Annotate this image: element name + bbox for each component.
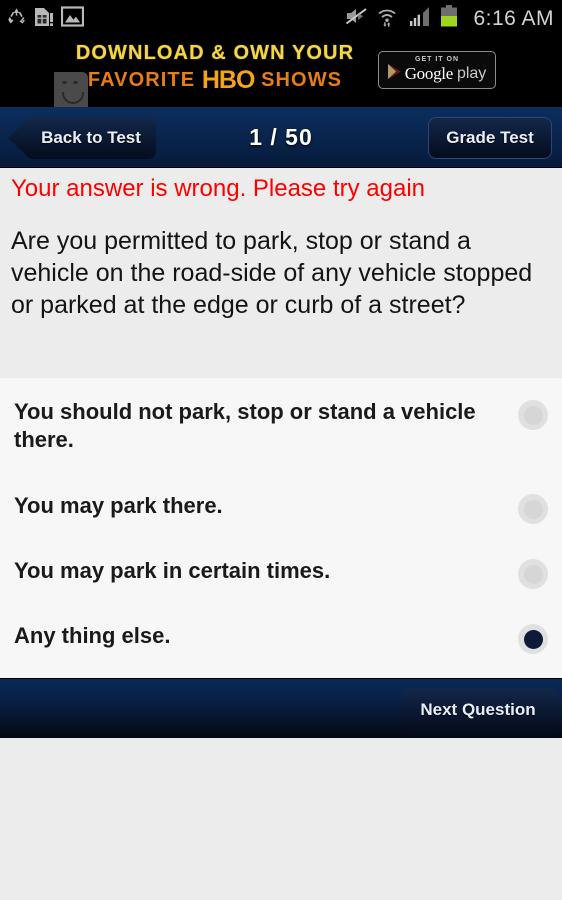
google-play-triangle-icon [387, 64, 401, 84]
answer-options-list: You should not park, stop or stand a veh… [0, 378, 562, 678]
answer-option-2[interactable]: You may park there. [0, 490, 562, 524]
ad-line2-pre: FAVORITE [87, 69, 202, 92]
status-bar: 6:16 AM [0, 0, 562, 37]
google-play-word-google: Google [404, 64, 454, 83]
wifi-data-icon [377, 6, 398, 32]
error-message: Your answer is wrong. Please try again [11, 175, 425, 202]
answer-option-1[interactable]: You should not park, stop or stand a veh… [0, 396, 562, 454]
answer-option-radio[interactable] [518, 559, 548, 589]
next-question-button[interactable]: Next Question [402, 688, 562, 732]
ad-headline-line1: DOWNLOAD & OWN YOUR [75, 42, 355, 64]
gallery-image-icon [60, 5, 85, 32]
broken-image-sad-face-icon [54, 72, 88, 108]
question-block: Your answer is wrong. Please try again A… [0, 168, 562, 378]
answer-option-label: You should not park, stop or stand a veh… [14, 399, 476, 453]
battery-icon [440, 5, 458, 32]
google-play-badge[interactable]: GET IT ON Google play [378, 51, 496, 89]
bottom-action-bar: Next Question [0, 678, 562, 738]
ad-line2-post: SHOWS [254, 69, 343, 92]
mute-icon [345, 6, 368, 31]
google-play-badge-bottom: Google play [387, 64, 487, 84]
sim-card-alert-icon [34, 5, 54, 32]
google-play-word-play: play [456, 65, 487, 82]
answer-option-label: You may park there. [14, 493, 223, 518]
page-footer-space [0, 738, 562, 900]
answer-option-3[interactable]: You may park in certain times. [0, 555, 562, 589]
answer-option-radio-selected[interactable] [518, 624, 548, 654]
recycle-icon [6, 6, 27, 32]
google-play-badge-top: GET IT ON [415, 56, 459, 63]
hbo-logo-text: HBO [201, 66, 256, 95]
status-bar-clock: 6:16 AM [473, 6, 554, 30]
status-bar-left-icons [6, 5, 85, 32]
answer-option-4[interactable]: Any thing else. [0, 620, 562, 654]
status-bar-right-icons: 6:16 AM [345, 5, 554, 32]
question-text: Are you permitted to park, stop or stand… [11, 226, 533, 319]
grade-test-button[interactable]: Grade Test [428, 117, 552, 159]
top-navigation-bar: 1 / 50 Back to Test Grade Test [0, 107, 562, 168]
answer-option-label: Any thing else. [14, 623, 171, 648]
answer-option-radio[interactable] [518, 400, 548, 430]
answer-option-label: You may park in certain times. [14, 558, 331, 583]
answer-option-radio[interactable] [518, 494, 548, 524]
signal-bars-icon [407, 6, 431, 32]
back-to-test-button[interactable]: Back to Test [8, 117, 156, 159]
